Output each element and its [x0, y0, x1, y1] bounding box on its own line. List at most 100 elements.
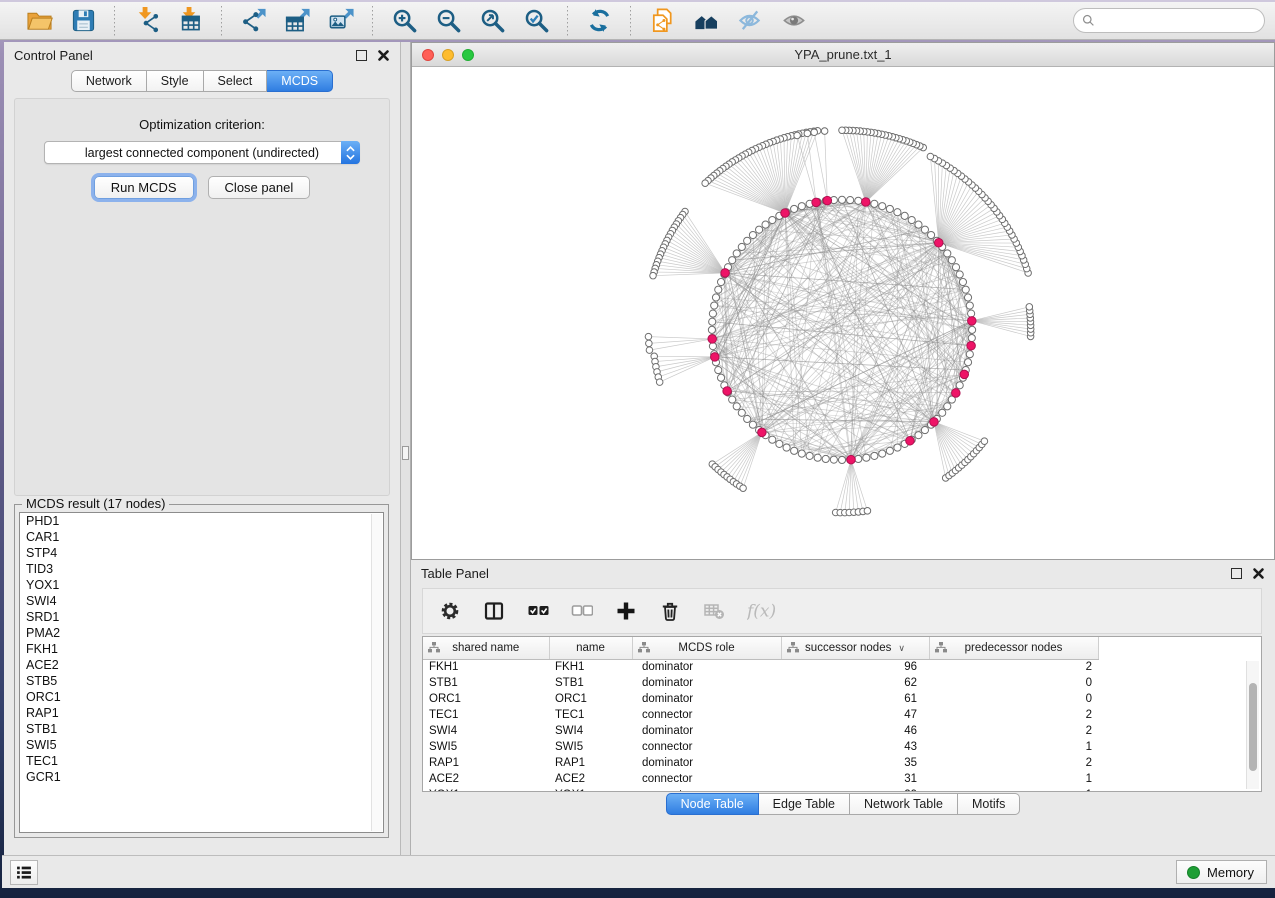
- mcds-result-item[interactable]: TEC1: [20, 753, 383, 769]
- mcds-result-item[interactable]: ACE2: [20, 657, 383, 673]
- table-row[interactable]: YOX1YOX1connector291: [423, 787, 1098, 792]
- criterion-dropdown[interactable]: largest connected component (undirected): [44, 141, 360, 164]
- table-cell: ORC1: [423, 691, 549, 707]
- mcds-result-item[interactable]: SWI5: [20, 737, 383, 753]
- save-session-icon[interactable]: [68, 6, 98, 36]
- close-table-panel-icon[interactable]: [1252, 567, 1265, 580]
- close-window-icon[interactable]: [422, 49, 434, 61]
- select-all-icon[interactable]: [527, 599, 549, 623]
- table-cell: ORC1: [549, 691, 632, 707]
- memory-status-icon: [1187, 866, 1200, 879]
- column-header-predecessor-nodes[interactable]: predecessor nodes: [929, 637, 1098, 659]
- table-row[interactable]: ORC1ORC1dominator610: [423, 691, 1098, 707]
- column-header-successor-nodes[interactable]: successor nodes∨: [781, 637, 929, 659]
- mcds-result-item[interactable]: GCR1: [20, 769, 383, 785]
- task-history-button[interactable]: [10, 860, 38, 885]
- network-window-titlebar[interactable]: YPA_prune.txt_1: [412, 43, 1274, 67]
- run-mcds-button[interactable]: Run MCDS: [94, 176, 194, 199]
- close-panel-button[interactable]: Close panel: [208, 176, 311, 199]
- float-table-panel-icon[interactable]: [1231, 568, 1242, 579]
- table-row[interactable]: RAP1RAP1dominator352: [423, 755, 1098, 771]
- show-all-icon[interactable]: [779, 6, 809, 36]
- tab-style[interactable]: Style: [147, 70, 204, 92]
- export-table-icon[interactable]: [282, 6, 312, 36]
- table-row[interactable]: SWI5SWI5connector431: [423, 739, 1098, 755]
- mcds-result-item[interactable]: SWI4: [20, 593, 383, 609]
- add-column-icon[interactable]: [615, 599, 637, 623]
- mcds-list-scrollbar[interactable]: [371, 514, 382, 831]
- table-row[interactable]: STB1STB1dominator620: [423, 675, 1098, 691]
- tab-node-table[interactable]: Node Table: [666, 793, 759, 815]
- table-row[interactable]: FKH1FKH1dominator962: [423, 659, 1098, 675]
- mcds-result-item[interactable]: FKH1: [20, 641, 383, 657]
- import-table-icon[interactable]: [175, 6, 205, 36]
- table-scrollbar-thumb[interactable]: [1249, 683, 1257, 771]
- mcds-result-item[interactable]: YOX1: [20, 577, 383, 593]
- table-options-gear-icon[interactable]: [439, 599, 461, 623]
- table-cell: TEC1: [549, 707, 632, 723]
- tab-motifs[interactable]: Motifs: [958, 793, 1020, 815]
- column-header-MCDS-role[interactable]: MCDS role: [632, 637, 781, 659]
- show-columns-icon[interactable]: [483, 599, 505, 623]
- table-row[interactable]: SWI4SWI4dominator462: [423, 723, 1098, 739]
- mcds-result-item[interactable]: TID3: [20, 561, 383, 577]
- delete-column-icon[interactable]: [659, 599, 681, 623]
- table-scrollbar[interactable]: [1246, 661, 1259, 789]
- copy-network-icon[interactable]: [647, 6, 677, 36]
- memory-button[interactable]: Memory: [1176, 860, 1267, 884]
- zoom-out-icon[interactable]: [433, 6, 463, 36]
- export-network-icon[interactable]: [238, 6, 268, 36]
- maximize-window-icon[interactable]: [462, 49, 474, 61]
- table-panel: Table Panel f(x) shared namenameMCDS rol…: [411, 560, 1275, 855]
- search-icon: [1082, 14, 1095, 27]
- splitter-grip[interactable]: [402, 446, 409, 460]
- mcds-result-item[interactable]: CAR1: [20, 529, 383, 545]
- table-cell: SWI5: [423, 739, 549, 755]
- close-panel-icon[interactable]: [377, 49, 390, 62]
- network-graph[interactable]: [412, 67, 1274, 559]
- zoom-selected-icon[interactable]: [521, 6, 551, 36]
- tab-network-table[interactable]: Network Table: [850, 793, 958, 815]
- mcds-result-item[interactable]: PHD1: [20, 513, 383, 529]
- table-panel-title: Table Panel: [421, 566, 1231, 581]
- zoom-fit-icon[interactable]: [477, 6, 507, 36]
- table-row[interactable]: TEC1TEC1connector472: [423, 707, 1098, 723]
- table-cell: 2: [929, 723, 1098, 739]
- hide-selected-icon[interactable]: [735, 6, 765, 36]
- panel-splitter[interactable]: [400, 42, 411, 855]
- float-panel-icon[interactable]: [356, 50, 367, 61]
- mcds-panel: Optimization criterion: largest connecte…: [14, 98, 390, 496]
- svg-text:f(x): f(x): [747, 602, 776, 622]
- mcds-result-item[interactable]: STB1: [20, 721, 383, 737]
- mcds-result-item[interactable]: PMA2: [20, 625, 383, 641]
- search-input[interactable]: [1100, 14, 1256, 28]
- table-cell: 2: [929, 659, 1098, 675]
- open-file-icon[interactable]: [24, 6, 54, 36]
- main-toolbar: [0, 0, 1275, 40]
- toolbar-group: [10, 6, 112, 36]
- import-network-icon[interactable]: [131, 6, 161, 36]
- tab-select[interactable]: Select: [204, 70, 268, 92]
- mcds-result-item[interactable]: RAP1: [20, 705, 383, 721]
- zoom-in-icon[interactable]: [389, 6, 419, 36]
- export-image-icon[interactable]: [326, 6, 356, 36]
- column-header-name[interactable]: name: [549, 637, 632, 659]
- search-field[interactable]: [1073, 8, 1265, 33]
- tab-mcds[interactable]: MCDS: [267, 70, 333, 92]
- tab-edge-table[interactable]: Edge Table: [759, 793, 850, 815]
- control-panel-titlebar: Control Panel: [4, 42, 400, 68]
- mcds-result-item[interactable]: ORC1: [20, 689, 383, 705]
- toolbar-separator: [372, 6, 373, 36]
- refresh-icon[interactable]: [584, 6, 614, 36]
- mcds-result-item[interactable]: SRD1: [20, 609, 383, 625]
- table-row[interactable]: ACE2ACE2connector311: [423, 771, 1098, 787]
- network-canvas[interactable]: [412, 67, 1274, 559]
- tab-network[interactable]: Network: [71, 70, 147, 92]
- column-header-shared-name[interactable]: shared name: [423, 637, 549, 659]
- deselect-all-icon[interactable]: [571, 599, 593, 623]
- minimize-window-icon[interactable]: [442, 49, 454, 61]
- toolbar-group: [117, 6, 219, 36]
- first-neighbors-icon[interactable]: [691, 6, 721, 36]
- mcds-result-item[interactable]: STP4: [20, 545, 383, 561]
- mcds-result-item[interactable]: STB5: [20, 673, 383, 689]
